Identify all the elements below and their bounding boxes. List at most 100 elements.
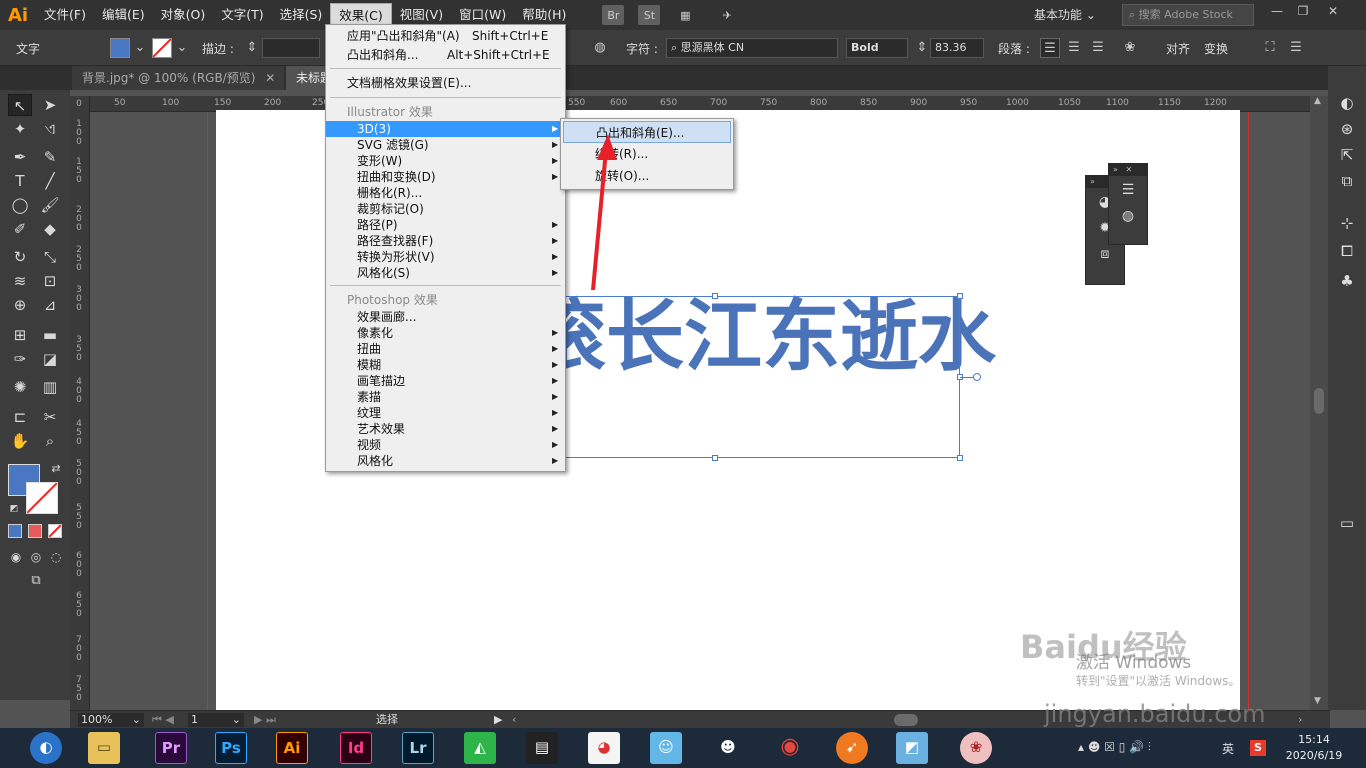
menu-effect-gallery[interactable]: 效果画廊... — [326, 309, 565, 325]
chevron-down-icon[interactable]: ⌄ — [130, 38, 150, 58]
close-icon[interactable]: ✕ — [265, 71, 275, 85]
horizontal-scroll-thumb[interactable] — [894, 714, 918, 726]
recolor-globe-icon[interactable]: ◍ — [590, 38, 610, 58]
menu-revolve[interactable]: 绕转(R)... — [563, 143, 731, 165]
resize-handle[interactable] — [957, 455, 963, 461]
zoom-tool-icon[interactable]: ⌕ — [38, 430, 62, 452]
file-explorer-icon[interactable]: ▭ — [88, 732, 120, 764]
menu-blur[interactable]: 模糊 ▶ — [326, 357, 565, 373]
menu-file[interactable]: 文件(F) — [36, 3, 94, 27]
menu-svg-filters[interactable]: SVG 滤镜(G) ▶ — [326, 137, 565, 153]
video-editor-icon[interactable]: ▤ — [526, 732, 558, 764]
menu-video[interactable]: 视频 ▶ — [326, 437, 565, 453]
curvature-tool-icon[interactable]: ✎ — [38, 146, 62, 168]
start-button[interactable]: ◐ — [30, 732, 62, 764]
resize-handle[interactable] — [712, 293, 718, 299]
font-style-field[interactable]: Bold — [846, 38, 908, 58]
properties-icon[interactable]: ◐ — [1336, 92, 1358, 114]
ime-indicator[interactable]: 英 — [1222, 740, 1234, 757]
color-mode-icon[interactable] — [8, 524, 22, 538]
stroke-weight-field[interactable] — [262, 38, 320, 58]
font-family-field[interactable]: ⌕ 思源黑体 CN — [666, 38, 838, 58]
taskbar-clock[interactable]: 15:14 2020/6/19 — [1282, 732, 1346, 764]
stroke-swatch[interactable] — [152, 38, 172, 58]
menu-stylize-photoshop[interactable]: 风格化 ▶ — [326, 453, 565, 469]
chevron-down-icon[interactable]: ⌄ — [172, 38, 192, 58]
first-artboard-icon[interactable]: ⏮ ◀ — [152, 713, 174, 727]
scale-tool-icon[interactable]: ⤡ — [38, 246, 62, 268]
appearance-icon[interactable]: ▭ — [1336, 512, 1358, 534]
resize-handle[interactable] — [712, 455, 718, 461]
text-out-port[interactable] — [973, 373, 981, 381]
transform-link[interactable]: 变换 — [1204, 40, 1228, 57]
menu-texture[interactable]: 纹理 ▶ — [326, 405, 565, 421]
eyedropper-tool-icon[interactable]: ✑ — [8, 348, 32, 370]
draw-inside-icon[interactable]: ◌ — [44, 546, 68, 568]
chat-cat-app-icon[interactable]: ☺ — [650, 732, 682, 764]
premiere-app-icon[interactable]: Pr — [155, 732, 187, 764]
stepper-icon[interactable]: ⇕ — [912, 38, 932, 58]
transparency-icon[interactable]: ◍ — [1117, 204, 1139, 228]
align-right-icon[interactable]: ☰ — [1088, 38, 1108, 58]
menu-object[interactable]: 对象(O) — [153, 3, 214, 27]
align-left-icon[interactable]: ☰ — [1040, 38, 1060, 58]
tab-untitled[interactable]: 未标题 — [286, 66, 326, 90]
pathfinder-icon[interactable]: ⧠ — [1336, 240, 1358, 262]
qq-app-icon[interactable]: ☻ — [712, 732, 744, 764]
slice-tool-icon[interactable]: ✂ — [38, 406, 62, 428]
workspace-switcher[interactable]: 基本功能 ⌄ — [1026, 3, 1104, 27]
eraser-tool-icon[interactable]: ◆ — [38, 218, 62, 240]
photoshop-app-icon[interactable]: Ps — [215, 732, 247, 764]
chrome-app-icon[interactable]: ◉ — [774, 732, 806, 764]
blend-tool-icon[interactable]: ◪ — [38, 348, 62, 370]
artboard-number-field[interactable]: 1 ⌄ — [188, 713, 244, 727]
menu-rasterize[interactable]: 栅格化(R)... — [326, 185, 565, 201]
sogou-ime-icon[interactable]: S — [1250, 740, 1266, 756]
free-transform-tool-icon[interactable]: ⊡ — [38, 270, 62, 292]
paintbrush-tool-icon[interactable]: 🖌 — [38, 194, 62, 216]
menu-distort[interactable]: 扭曲 ▶ — [326, 341, 565, 357]
align-link[interactable]: 对齐 — [1166, 40, 1190, 57]
pen-tool-icon[interactable]: ✒ — [8, 146, 32, 168]
menu-last-effect[interactable]: 凸出和斜角... Alt+Shift+Ctrl+E — [326, 47, 565, 63]
symbol-sprayer-tool-icon[interactable]: ✺ — [8, 376, 32, 398]
gradient-mode-icon[interactable] — [28, 524, 42, 538]
screen-mode-icon[interactable]: ⧉ — [24, 570, 48, 592]
menu-warp[interactable]: 变形(W) ▶ — [326, 153, 565, 169]
menu-distort-transform[interactable]: 扭曲和变换(D) ▶ — [326, 169, 565, 185]
magic-wand-tool-icon[interactable]: ✦ — [8, 118, 32, 140]
selection-bounding-box[interactable] — [525, 296, 960, 458]
swap-fill-stroke-icon[interactable]: ⇄ — [44, 458, 68, 480]
hscroll-left-icon[interactable]: ‹ — [512, 713, 516, 727]
colorful-app-icon[interactable]: ◕ — [588, 732, 620, 764]
zoom-field[interactable]: 100% ⌄ — [78, 713, 144, 727]
next-artboard-icon[interactable]: ▶ ⏭ — [254, 713, 276, 727]
symbols-icon[interactable]: ♣ — [1336, 270, 1358, 292]
layers-icon[interactable]: ⧉ — [1336, 170, 1358, 192]
rotate-tool-icon[interactable]: ↻ — [8, 246, 32, 268]
panel-menu-icon[interactable]: ☰ — [1286, 38, 1306, 58]
menu-crop-marks[interactable]: 裁剪标记(O) — [326, 201, 565, 217]
panel-header[interactable]: » ✕ — [1109, 164, 1147, 176]
default-fill-stroke-icon[interactable]: ◩ — [2, 498, 26, 520]
avatar-app-icon[interactable]: ❀ — [960, 732, 992, 764]
indesign-app-icon[interactable]: Id — [340, 732, 372, 764]
shaper-tool-icon[interactable]: ✐ — [8, 218, 32, 240]
menu-type[interactable]: 文字(T) — [213, 3, 271, 27]
artboards-icon[interactable]: ⧈ — [1094, 242, 1116, 266]
column-graph-tool-icon[interactable]: ▥ — [38, 376, 62, 398]
hscroll-right-icon[interactable]: › — [1298, 713, 1302, 727]
orange-app-icon[interactable]: ➹ — [836, 732, 868, 764]
perspective-grid-tool-icon[interactable]: ⊿ — [38, 294, 62, 316]
selection-tool-icon[interactable]: ↖ — [8, 94, 32, 116]
restore-button[interactable]: ❐ — [1290, 2, 1316, 20]
tray-icons[interactable]: ▴ ☻ ☒ ▯ 🔊 ⫶ — [1078, 740, 1151, 755]
type-tool-icon[interactable]: T — [8, 170, 32, 192]
mesh-tool-icon[interactable]: ⊞ — [8, 324, 32, 346]
illustrator-app-icon[interactable]: Ai — [276, 732, 308, 764]
menu-document-raster-settings[interactable]: 文档栅格效果设置(E)... — [326, 75, 565, 91]
menu-stylize-illustrator[interactable]: 风格化(S) ▶ — [326, 265, 565, 281]
close-button[interactable]: ✕ — [1320, 2, 1346, 20]
scroll-up-icon[interactable]: ▲ — [1314, 96, 1321, 106]
scroll-down-icon[interactable]: ▼ — [1314, 696, 1321, 706]
